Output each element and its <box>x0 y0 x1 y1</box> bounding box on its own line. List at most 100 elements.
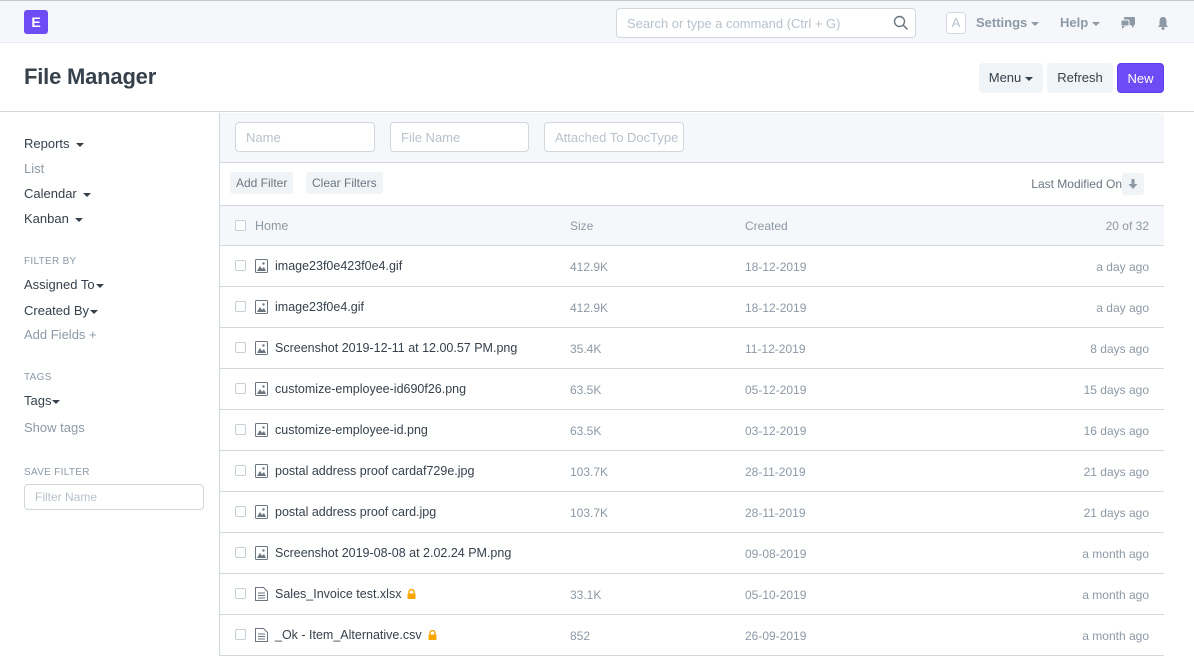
list-row[interactable]: Sales_Invoice test.xlsx 33.1K 05-10-2019 a … <box>220 574 1164 615</box>
lock-icon <box>407 589 416 599</box>
list-row[interactable]: customize-employee-id690f26.png 63.5K 05-1… <box>220 369 1164 410</box>
help-dropdown[interactable]: Help <box>1060 15 1101 30</box>
file-name: _Ok - Item_Alternative.csv <box>275 628 422 642</box>
search-icon[interactable] <box>893 15 909 31</box>
row-checkbox[interactable] <box>235 506 246 517</box>
created-date: 28-11-2019 <box>745 465 806 479</box>
show-tags-link[interactable]: Show tags <box>24 420 85 435</box>
row-checkbox[interactable] <box>235 383 246 394</box>
chevron-down-icon <box>1092 21 1101 26</box>
menu-button[interactable]: Menu <box>979 63 1043 93</box>
select-all-checkbox[interactable] <box>235 220 246 231</box>
file-name-link[interactable]: customize-employee-id.png <box>275 423 428 437</box>
image-icon <box>255 259 268 273</box>
sidebar-item-kanban[interactable]: Kanban <box>24 211 83 226</box>
list-row[interactable]: Screenshot 2019-08-08 at 2.02.24 PM.png 0… <box>220 533 1164 574</box>
file-name-link[interactable]: postal address proof cardaf729e.jpg <box>275 464 474 478</box>
list-row[interactable]: Screenshot 2019-12-11 at 12.00.57 PM.png… <box>220 328 1164 369</box>
file-name-link[interactable]: _Ok - Item_Alternative.csv <box>275 628 437 642</box>
sort-order-button[interactable] <box>1122 173 1144 195</box>
settings-dropdown[interactable]: Settings <box>976 15 1040 30</box>
file-name: customize-employee-id690f26.png <box>275 382 467 396</box>
modified-time: 16 days ago <box>1083 424 1149 438</box>
attached-to-doctype-filter-input[interactable] <box>544 122 684 152</box>
modified-time: 21 days ago <box>1083 506 1149 520</box>
row-checkbox[interactable] <box>235 424 246 435</box>
add-fields-link[interactable]: Add Fields + <box>24 327 97 342</box>
modified-time: 15 days ago <box>1083 383 1149 397</box>
row-checkbox[interactable] <box>235 629 246 640</box>
column-name[interactable]: Home <box>255 219 288 233</box>
file-name-filter-input[interactable] <box>390 122 529 152</box>
sidebar-item-label: Tags <box>24 393 52 408</box>
new-button[interactable]: New <box>1117 63 1164 93</box>
help-label: Help <box>1060 15 1089 30</box>
sidebar-item-label: Assigned To <box>24 277 95 292</box>
awesome-bar[interactable] <box>616 8 916 38</box>
chevron-down-icon <box>95 283 104 288</box>
image-icon <box>255 382 268 396</box>
app-logo[interactable]: E <box>24 10 48 34</box>
sidebar-item-created-by[interactable]: Created By <box>24 303 99 318</box>
list-row[interactable]: postal address proof cardaf729e.jpg 103.7… <box>220 451 1164 492</box>
file-name: postal address proof cardaf729e.jpg <box>275 464 475 478</box>
row-checkbox[interactable] <box>235 301 246 312</box>
list-row[interactable]: _Ok - Item_Alternative.csv 852 26-09-2019 a… <box>220 615 1164 656</box>
image-icon <box>255 546 268 560</box>
chat-icon[interactable] <box>1120 15 1136 31</box>
list-row[interactable]: postal address proof card.jpg 103.7K 28-11… <box>220 492 1164 533</box>
file-size: 103.7K <box>570 465 609 479</box>
file-name-link[interactable]: Screenshot 2019-08-08 at 2.02.24 PM.png <box>275 546 511 560</box>
document-icon <box>255 628 268 642</box>
bell-icon[interactable] <box>1155 15 1171 31</box>
file-name-link[interactable]: image23f0e423f0e4.gif <box>275 259 402 273</box>
sidebar-item-tags[interactable]: Tags <box>24 393 61 408</box>
file-name-link[interactable]: Screenshot 2019-12-11 at 12.00.57 PM.png <box>275 341 517 355</box>
sidebar-item-calendar[interactable]: Calendar <box>24 186 91 201</box>
file-size: 412.9K <box>570 301 609 315</box>
created-date: 09-08-2019 <box>745 547 807 561</box>
tags-heading: TAGS <box>24 372 52 383</box>
sidebar-item-reports[interactable]: Reports <box>24 136 84 151</box>
save-filter-heading: SAVE FILTER <box>24 467 90 478</box>
sidebar-item-list[interactable]: List <box>24 161 44 176</box>
sort-selector[interactable]: Last Modified On <box>1031 177 1122 191</box>
list-row[interactable]: image23f0e4.gif 412.9K 18-12-2019 a day ago <box>220 287 1164 328</box>
file-name-link[interactable]: Sales_Invoice test.xlsx <box>275 587 416 601</box>
list-view: Add Filter Clear Filters Last Modified O… <box>219 113 1164 656</box>
modified-time: a day ago <box>1096 260 1149 274</box>
sidebar-item-label: Created By <box>24 303 90 318</box>
chevron-down-icon <box>74 217 83 222</box>
list-row[interactable]: customize-employee-id.png 63.5K 03-12-2019… <box>220 410 1164 451</box>
created-date: 11-12-2019 <box>745 342 806 356</box>
list-row[interactable]: image23f0e423f0e4.gif 412.9K 18-12-2019 a d… <box>220 246 1164 287</box>
filter-by-heading: FILTER BY <box>24 256 77 267</box>
chevron-down-icon <box>52 399 61 404</box>
clear-filters-button[interactable]: Clear Filters <box>306 172 383 194</box>
image-icon <box>255 300 268 314</box>
refresh-button[interactable]: Refresh <box>1047 63 1113 93</box>
row-checkbox[interactable] <box>235 465 246 476</box>
name-filter-input[interactable] <box>235 122 375 152</box>
filter-bar: Add Filter Clear Filters Last Modified O… <box>220 163 1164 206</box>
row-checkbox[interactable] <box>235 342 246 353</box>
row-checkbox[interactable] <box>235 260 246 271</box>
file-name-link[interactable]: postal address proof card.jpg <box>275 505 436 519</box>
created-date: 26-09-2019 <box>745 629 807 643</box>
lock-icon <box>428 630 437 640</box>
file-name-link[interactable]: customize-employee-id690f26.png <box>275 382 466 396</box>
image-icon <box>255 341 268 355</box>
sidebar-item-assigned-to[interactable]: Assigned To <box>24 277 104 292</box>
modified-time: a month ago <box>1082 588 1149 602</box>
file-name: image23f0e423f0e4.gif <box>275 259 403 273</box>
menu-label: Menu <box>988 70 1022 85</box>
add-filter-button[interactable]: Add Filter <box>230 172 294 194</box>
filter-name-input[interactable] <box>24 484 204 510</box>
row-checkbox[interactable] <box>235 547 246 558</box>
file-name: Sales_Invoice test.xlsx <box>275 587 402 601</box>
row-checkbox[interactable] <box>235 588 246 599</box>
file-name-link[interactable]: image23f0e4.gif <box>275 300 364 314</box>
file-size: 63.5K <box>570 383 602 397</box>
user-avatar[interactable]: A <box>946 12 966 34</box>
search-input[interactable] <box>617 9 877 37</box>
